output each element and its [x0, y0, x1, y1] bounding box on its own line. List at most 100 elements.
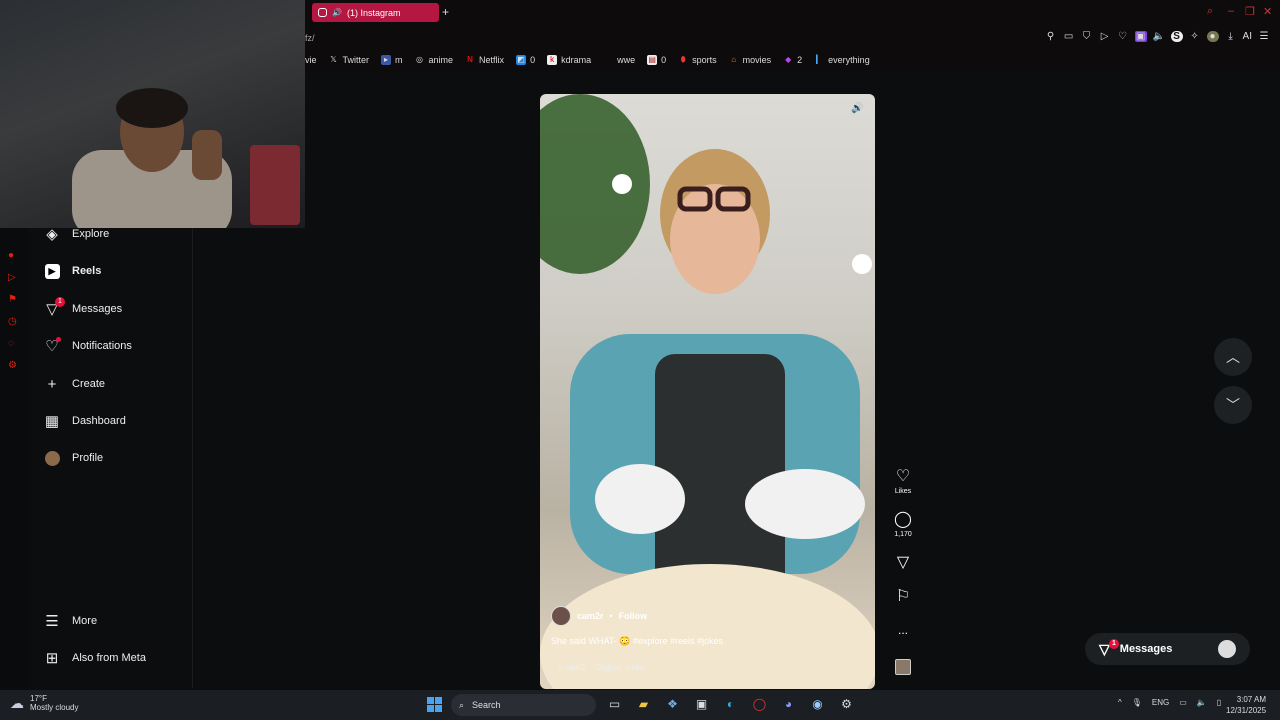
profile-avatar-icon[interactable]: ●: [1206, 31, 1219, 42]
reel-video[interactable]: [540, 94, 875, 689]
bookmark-item[interactable]: k kdrama: [547, 55, 591, 65]
bookmark-item[interactable]: ◆ 2: [783, 55, 802, 65]
puzzle-icon[interactable]: ✧: [1189, 31, 1201, 42]
bookmark-item[interactable]: vie: [305, 55, 317, 65]
search-icon[interactable]: ⌕: [1207, 5, 1213, 18]
bookmark-item[interactable]: ▎ everything: [814, 55, 870, 65]
app-icon[interactable]: ⚙: [837, 695, 856, 714]
pin-icon[interactable]: ⚲: [1045, 31, 1057, 42]
bookmark-item[interactable]: ◎ anime: [415, 55, 453, 65]
language-indicator[interactable]: ENG: [1152, 698, 1169, 707]
volume-icon[interactable]: 🔈: [1197, 698, 1207, 707]
ai-extension-icon[interactable]: AI: [1243, 31, 1252, 42]
avatar: [44, 450, 60, 466]
nav-dashboard[interactable]: ▦ Dashboard: [44, 413, 126, 430]
share-button[interactable]: ▽: [893, 554, 913, 572]
bookmark-label: kdrama: [561, 55, 592, 65]
netflix-icon: N: [467, 55, 473, 64]
store-icon[interactable]: ▣: [692, 695, 711, 714]
record-icon[interactable]: ●: [8, 250, 19, 261]
reel-audio[interactable]: ♫ cam2r · Original audio: [557, 663, 644, 672]
audio-thumb-icon: [895, 659, 911, 675]
file-explorer-icon[interactable]: ▰: [634, 695, 653, 714]
search-label: Search: [472, 700, 501, 710]
heart-icon[interactable]: ♡: [1117, 31, 1129, 42]
steam-icon[interactable]: ◉: [808, 695, 827, 714]
minimize-icon[interactable]: –: [1228, 5, 1234, 17]
bookmark-item[interactable]: ⬮ sports: [678, 55, 717, 65]
nav-label: Also from Meta: [72, 652, 146, 664]
weather-widget[interactable]: ☁ 17°F Mostly cloudy: [10, 694, 78, 712]
windows-start-icon[interactable]: [427, 697, 442, 712]
reels-icon: ▶: [44, 263, 60, 279]
settings-icon[interactable]: ⚙: [8, 360, 19, 371]
bookmark-item[interactable]: 𝕏 Twitter: [329, 55, 369, 65]
bookmark-item[interactable]: ⌂ movies: [729, 55, 771, 65]
follow-button[interactable]: Follow: [619, 611, 648, 621]
bookmark-item[interactable]: wwe: [603, 55, 635, 65]
nav-label: Profile: [72, 452, 104, 464]
url-field[interactable]: fz/: [305, 33, 315, 43]
author-name[interactable]: cam2r: [577, 611, 604, 621]
more-options-button[interactable]: ...: [893, 621, 913, 639]
nav-create[interactable]: + Create: [44, 376, 106, 393]
nav-notifications[interactable]: ♡ Notifications: [44, 337, 132, 355]
bookmark-item[interactable]: ▸ m: [381, 55, 403, 65]
network-icon[interactable]: ▭: [1179, 698, 1187, 707]
menu-icon[interactable]: ☰: [1258, 31, 1270, 42]
weather-status: Mostly cloudy: [30, 703, 79, 712]
speaker-icon[interactable]: 🔊: [332, 8, 342, 17]
bookmark-item[interactable]: ◩ 0: [516, 55, 535, 65]
microphone-icon[interactable]: 🎙: [1132, 698, 1142, 707]
download-icon[interactable]: ⤓: [1225, 31, 1237, 42]
avatar[interactable]: [551, 606, 571, 626]
next-reel-button[interactable]: ﹀: [1214, 386, 1252, 424]
edge-icon[interactable]: ◐: [721, 695, 740, 714]
new-tab-button[interactable]: +: [442, 5, 449, 19]
nav-also-from-meta[interactable]: ⊞ Also from Meta: [44, 650, 146, 667]
twitch-icon[interactable]: ▣: [1134, 31, 1147, 42]
like-button[interactable]: ♡ Likes: [893, 468, 913, 495]
search-icon: ⌕: [459, 699, 465, 710]
bookmark-item[interactable]: ▤ 0: [647, 55, 666, 65]
browser-tab-instagram[interactable]: 🔊 (1) Instagram: [312, 3, 439, 22]
close-icon[interactable]: ✕: [1263, 5, 1272, 18]
pin-icon[interactable]: ⚑: [8, 294, 19, 305]
history-icon[interactable]: ◷: [8, 316, 19, 327]
clock[interactable]: 3:07 AM 12/31/2025: [1226, 694, 1266, 716]
speaker-icon[interactable]: 🔈: [1153, 31, 1165, 42]
comments-count: 1,170: [894, 531, 912, 538]
messenger-icon: ▽ 1: [44, 297, 65, 318]
date: 12/31/2025: [1226, 706, 1267, 715]
messages-pill[interactable]: ▽ 1 Messages: [1085, 633, 1250, 665]
comment-button[interactable]: ◯ 1,170: [893, 511, 913, 538]
play-icon[interactable]: ▷: [1099, 31, 1111, 42]
shield-icon[interactable]: ⛉: [1081, 31, 1093, 42]
save-button[interactable]: ⚐: [893, 588, 913, 606]
audio-thumbnail[interactable]: [893, 659, 913, 675]
discord-icon[interactable]: ◕: [779, 695, 798, 714]
bookmark-item[interactable]: N Netflix: [465, 55, 504, 65]
reel-frame-image: [540, 94, 875, 689]
maximize-icon[interactable]: ❐: [1245, 5, 1255, 18]
nav-messages[interactable]: ▽ 1 Messages: [44, 297, 122, 318]
nav-profile[interactable]: Profile: [44, 450, 103, 466]
screenshot-icon[interactable]: ▭: [1063, 31, 1075, 42]
task-view-icon[interactable]: ▭: [605, 695, 624, 714]
play-icon[interactable]: ▷: [8, 272, 19, 283]
battery-icon[interactable]: ▯: [1217, 698, 1221, 707]
mute-toggle[interactable]: 🔊: [851, 103, 865, 117]
nav-label: Create: [72, 378, 106, 390]
opera-icon[interactable]: ◯: [750, 695, 769, 714]
bar-icon: ▎: [816, 55, 823, 64]
s-extension-icon[interactable]: S: [1170, 31, 1183, 42]
chat-icon[interactable]: ◌: [8, 338, 19, 349]
taskbar-search[interactable]: ⌕ Search: [451, 694, 596, 716]
nav-more[interactable]: ☰ More: [44, 613, 97, 630]
previous-reel-button[interactable]: ︿: [1214, 338, 1252, 376]
nav-reels[interactable]: ▶ Reels: [44, 263, 101, 279]
nav-explore[interactable]: ◈ Explore: [44, 226, 110, 243]
chevron-up-icon[interactable]: ^: [1118, 698, 1122, 707]
copilot-icon[interactable]: ❖: [663, 695, 682, 714]
nav-label: Explore: [72, 228, 110, 240]
